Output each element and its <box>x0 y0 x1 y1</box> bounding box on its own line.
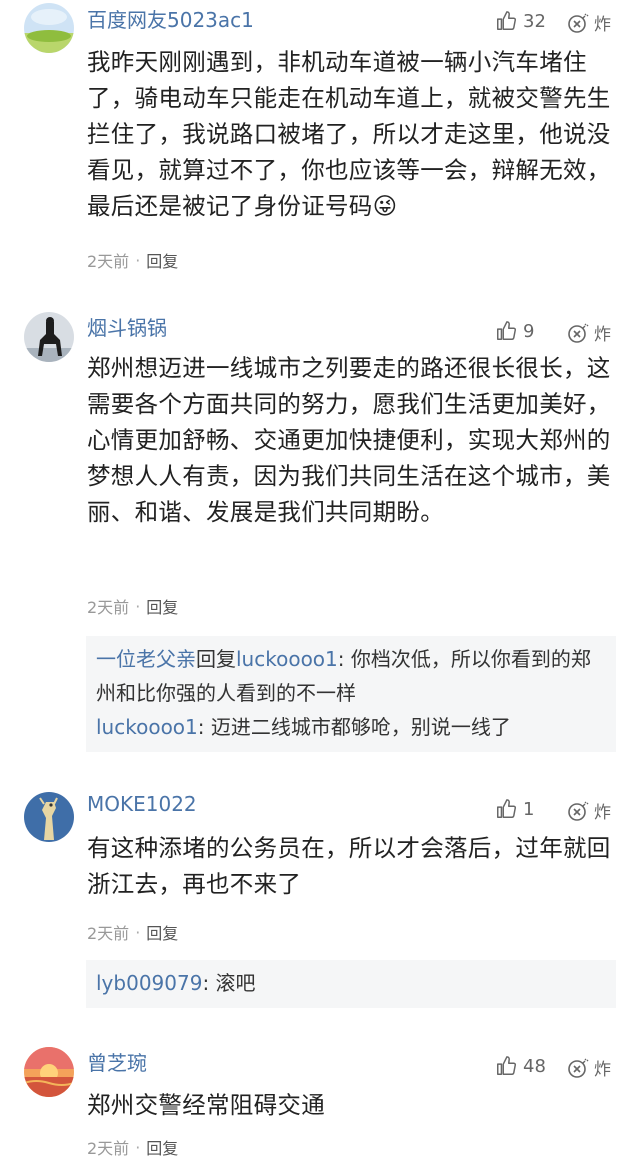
meta-separator: · <box>135 250 141 270</box>
comment-username[interactable]: 曾芝琬 <box>87 1047 147 1076</box>
bomb-icon <box>568 13 589 33</box>
bomb-button[interactable]: 炸 <box>566 798 611 823</box>
reply-item: 一位老父亲回复luckoooo1: 你档次低，所以你看到的郑州和比你强的人看到的… <box>96 642 606 710</box>
reply-button[interactable]: 回复 <box>146 594 178 618</box>
thumbs-up-icon <box>497 321 517 340</box>
thumbs-up-icon <box>497 11 517 30</box>
reply-author[interactable]: luckoooo1 <box>96 715 198 739</box>
comment-item: 百度网友5023ac1 32 炸 我昨天刚刚遇到，非机动车道被一辆小汽车堵住了，… <box>0 0 640 290</box>
bomb-label: 炸 <box>594 1060 611 1080</box>
reply-colon: : <box>197 715 211 739</box>
avatar-image <box>24 792 74 842</box>
reply-button[interactable]: 回复 <box>146 248 178 272</box>
avatar[interactable] <box>24 3 74 53</box>
bomb-button[interactable]: 炸 <box>566 1055 611 1080</box>
reply-list: lyb009079: 滚吧 <box>86 960 616 1008</box>
comment-time: 2天前 <box>87 924 130 943</box>
like-count: 48 <box>523 1055 546 1077</box>
comment-text: 我昨天刚刚遇到，非机动车道被一辆小汽车堵住了，骑电动车只能走在机动车道上，就被交… <box>87 48 611 220</box>
comment-item: MOKE1022 1 炸 有这种添堵的公务员在，所以才会落后，过年就回浙江去，再… <box>0 790 640 1020</box>
comment-time: 2天前 <box>87 252 130 271</box>
like-count: 1 <box>523 798 535 820</box>
reply-button[interactable]: 回复 <box>146 920 178 944</box>
comment-time: 2天前 <box>87 1139 130 1158</box>
bomb-label: 炸 <box>594 325 611 345</box>
like-button[interactable]: 9 <box>495 320 534 342</box>
reply-colon: : <box>337 647 351 671</box>
avatar[interactable] <box>24 312 74 362</box>
reply-verb: 回复 <box>196 647 236 671</box>
comment-item: 曾芝琬 48 炸 郑州交警经常阻碍交通 2天前 · 回复 <box>0 1045 640 1172</box>
like-button[interactable]: 1 <box>495 798 534 820</box>
comment-meta: 2天前 · 回复 <box>87 1135 178 1159</box>
reply-author[interactable]: 一位老父亲 <box>96 647 196 671</box>
reply-list: 一位老父亲回复luckoooo1: 你档次低，所以你看到的郑州和比你强的人看到的… <box>86 636 616 752</box>
reply-colon: : <box>202 971 216 995</box>
reply-text: 滚吧 <box>215 971 256 995</box>
bomb-label: 炸 <box>594 803 611 823</box>
bomb-icon <box>568 1058 589 1078</box>
bomb-button[interactable]: 炸 <box>566 10 611 35</box>
like-count: 9 <box>523 320 535 342</box>
reply-item: luckoooo1: 迈进二线城市都够呛，别说一线了 <box>96 710 606 744</box>
like-button[interactable]: 48 <box>495 1055 546 1077</box>
avatar[interactable] <box>24 1047 74 1097</box>
avatar-image <box>24 3 74 53</box>
like-count: 32 <box>523 10 546 32</box>
reply-target[interactable]: luckoooo1 <box>236 647 338 671</box>
reply-text: 迈进二线城市都够呛，别说一线了 <box>210 715 511 739</box>
comment-text: 郑州交警经常阻碍交通 <box>87 1091 325 1119</box>
thumbs-up-icon <box>497 799 517 818</box>
comment-username[interactable]: 烟斗锅锅 <box>87 312 167 341</box>
comment-meta: 2天前 · 回复 <box>87 248 178 272</box>
avatar-image <box>24 312 74 362</box>
comment-username[interactable]: 百度网友5023ac1 <box>87 4 254 33</box>
comment-time: 2天前 <box>87 598 130 617</box>
meta-separator: · <box>135 596 141 616</box>
comment-text: 郑州想迈进一线城市之列要走的路还很长很长，这需要各个方面共同的努力，愿我们生活更… <box>87 354 611 526</box>
reply-button[interactable]: 回复 <box>146 1135 178 1159</box>
avatar[interactable] <box>24 792 74 842</box>
reply-item: lyb009079: 滚吧 <box>96 966 606 1000</box>
bomb-icon <box>568 323 589 343</box>
meta-separator: · <box>135 1137 141 1157</box>
bomb-button[interactable]: 炸 <box>566 320 611 345</box>
comment-meta: 2天前 · 回复 <box>87 920 178 944</box>
avatar-image <box>24 1047 74 1097</box>
comment-item: 烟斗锅锅 9 炸 郑州想迈进一线城市之列要走的路还很长很长，这需要各个方面共同的… <box>0 308 640 758</box>
thumbs-up-icon <box>497 1056 517 1075</box>
like-button[interactable]: 32 <box>495 10 546 32</box>
comment-meta: 2天前 · 回复 <box>87 594 178 618</box>
reply-author[interactable]: lyb009079 <box>96 971 202 995</box>
bomb-label: 炸 <box>594 15 611 35</box>
comment-username[interactable]: MOKE1022 <box>87 792 197 816</box>
comment-text: 有这种添堵的公务员在，所以才会落后，过年就回浙江去，再也不来了 <box>87 834 611 898</box>
meta-separator: · <box>135 922 141 942</box>
bomb-icon <box>568 801 589 821</box>
